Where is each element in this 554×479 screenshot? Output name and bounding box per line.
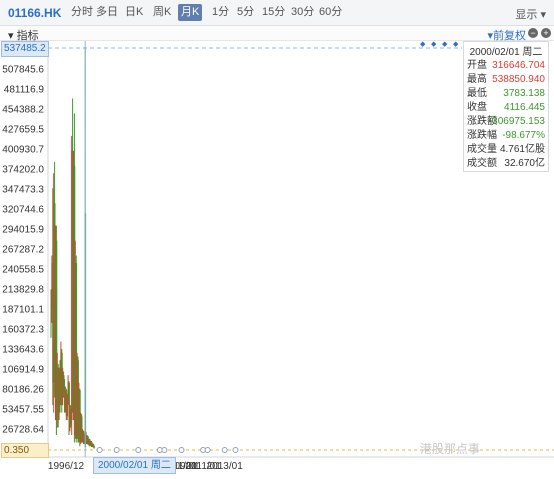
info-key: 最高 xyxy=(467,74,487,85)
event-marker[interactable] xyxy=(135,447,142,453)
info-value: 538850.940 xyxy=(492,74,545,85)
y-tick-label: 454388.2 xyxy=(2,104,44,116)
info-date: 2000/02/01 周二 xyxy=(469,47,543,58)
y-tick-label: 106914.9 xyxy=(2,364,44,376)
info-value: 3783.138 xyxy=(503,88,545,99)
price-bottom-tag: 0.350 xyxy=(1,443,49,458)
x-tick-label: 2013/01 xyxy=(206,461,243,472)
y-tick-label: 347473.3 xyxy=(2,184,44,196)
info-row: 成交量 4.761亿股 xyxy=(464,143,548,157)
y-tick-label: 320744.6 xyxy=(2,204,44,216)
watermark-text: 港股那点事 xyxy=(420,442,481,456)
event-marker[interactable] xyxy=(221,447,228,453)
y-tick-label: 240558.5 xyxy=(2,264,44,276)
info-key: 涨跌幅 xyxy=(467,130,497,141)
candle-body[interactable] xyxy=(93,447,96,449)
info-value: 4116.445 xyxy=(504,102,545,113)
y-tick-label: 294015.9 xyxy=(2,224,44,236)
event-marker[interactable] xyxy=(178,447,185,453)
y-tick-label: 400930.7 xyxy=(2,144,44,156)
y-tick-label: 213829.8 xyxy=(2,284,44,296)
info-row: 开盘 316646.704 xyxy=(464,59,548,73)
x-tick-label: 1996/12 xyxy=(47,461,85,472)
y-axis: 507845.6 481116.9 454388.2 427659.5 400930.7… xyxy=(0,41,48,459)
info-value: -98.677% xyxy=(502,130,545,141)
info-value: 32.670亿 xyxy=(504,158,545,169)
info-key: 成交量 xyxy=(467,144,497,155)
y-tick-label: 80186.26 xyxy=(2,384,44,396)
info-row: 最高 538850.940 xyxy=(464,73,548,87)
cursor-date-tag: 2000/02/01 周二 xyxy=(93,457,176,474)
dividend-marker-icon[interactable]: ◆ xyxy=(431,40,437,48)
info-key: 最低 xyxy=(467,88,487,99)
event-marker[interactable] xyxy=(96,447,103,453)
info-row: 涨跌幅 -98.677% xyxy=(464,129,548,143)
dividend-marker-icon[interactable]: ◆ xyxy=(453,40,459,48)
info-value: -306975.153 xyxy=(488,116,545,127)
y-tick-label: 507845.6 xyxy=(2,64,44,76)
y-tick-label: 133643.6 xyxy=(2,344,44,356)
ohlc-info-panel: 2000/02/01 周二 开盘 316646.704 最高 538850.940 最低… xyxy=(463,41,549,172)
y-tick-label: 160372.3 xyxy=(2,324,44,336)
info-row: 最低 3783.138 xyxy=(464,87,548,101)
info-row: 收盘 4116.445 xyxy=(464,101,548,115)
y-tick-label: 187101.1 xyxy=(2,304,44,316)
info-value: 4.761亿股 xyxy=(499,144,545,155)
event-marker[interactable] xyxy=(161,447,168,453)
event-marker[interactable] xyxy=(113,447,120,453)
dividend-marker-icon[interactable]: ◆ xyxy=(442,40,448,48)
info-key: 成交额 xyxy=(467,158,497,169)
dividend-marker-icon[interactable]: ◆ xyxy=(420,40,426,48)
y-tick-label: 267287.2 xyxy=(2,244,44,256)
price-top-tag: 537485.2 xyxy=(1,41,49,57)
y-tick-label: 427659.5 xyxy=(2,124,44,136)
info-key: 开盘 xyxy=(467,60,487,71)
event-marker[interactable] xyxy=(232,447,239,453)
info-key: 收盘 xyxy=(467,102,487,113)
info-row: 成交额 32.670亿 xyxy=(464,157,548,171)
y-tick-label: 374202.0 xyxy=(2,164,44,176)
y-tick-label: 481116.9 xyxy=(3,84,44,96)
y-tick-label: 26728.64 xyxy=(2,424,44,436)
info-row: 涨跌额 -306975.153 xyxy=(464,115,548,129)
y-tick-label: 53457.55 xyxy=(2,404,44,416)
info-value: 316646.704 xyxy=(492,60,545,71)
event-marker[interactable] xyxy=(204,447,211,453)
